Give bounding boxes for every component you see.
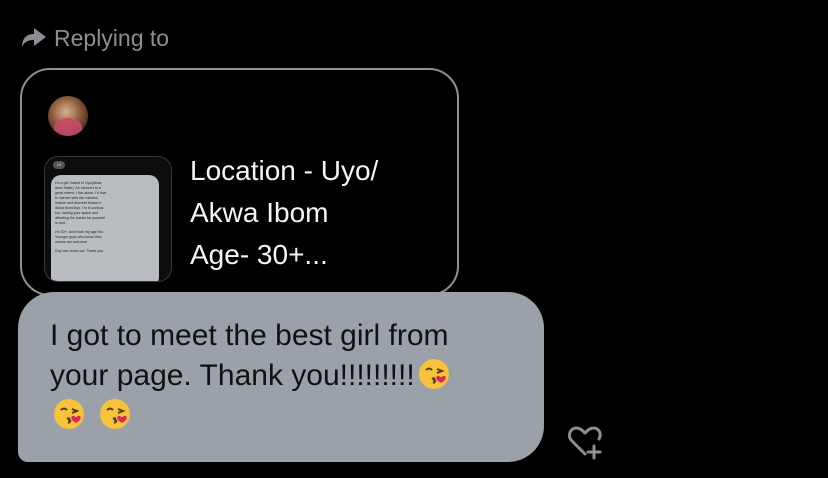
quoted-media-thumbnail[interactable]: 19 I'm a girl, based in Uyo(Akwa Ibom St… bbox=[44, 156, 172, 282]
message-bubble[interactable]: I got to meet the best girl from your pa… bbox=[18, 292, 544, 462]
avatar[interactable] bbox=[48, 96, 88, 136]
message-line: your page. Thank you!!!!!!!!! bbox=[50, 359, 415, 392]
dm-conversation-view: Replying to 19 I'm a girl, based in Uyo(… bbox=[0, 0, 828, 478]
kiss-emoji-icon bbox=[98, 397, 132, 431]
thumbnail-badge: 19 bbox=[53, 161, 65, 169]
heart-plus-icon[interactable] bbox=[564, 420, 606, 462]
quoted-post-text: Location - Uyo/ Akwa Ibom Age- 30+... bbox=[190, 150, 440, 276]
thumbnail-message-bubble: I'm a girl, based in Uyo(Akwa Ibom State… bbox=[51, 175, 159, 281]
quoted-text-line: Age- 30+... bbox=[190, 239, 328, 270]
reply-arrow-icon bbox=[20, 26, 48, 50]
quoted-text-line: Location - Uyo/ bbox=[190, 155, 379, 186]
replying-to-header: Replying to bbox=[20, 24, 169, 52]
quoted-text-line: Akwa Ibom bbox=[190, 197, 329, 228]
message-line: I got to meet the best girl from bbox=[50, 319, 449, 352]
thumb-line: Guy can reach out. Thank you. bbox=[55, 249, 105, 253]
kiss-emoji-icon bbox=[52, 397, 86, 431]
kiss-emoji-icon bbox=[417, 357, 451, 391]
replying-to-label: Replying to bbox=[54, 25, 170, 51]
emoji-row bbox=[50, 396, 514, 436]
quoted-post-card[interactable]: 19 I'm a girl, based in Uyo(Akwa Ibom St… bbox=[20, 68, 459, 296]
message-line-with-emoji: your page. Thank you!!!!!!!!! bbox=[50, 356, 514, 396]
